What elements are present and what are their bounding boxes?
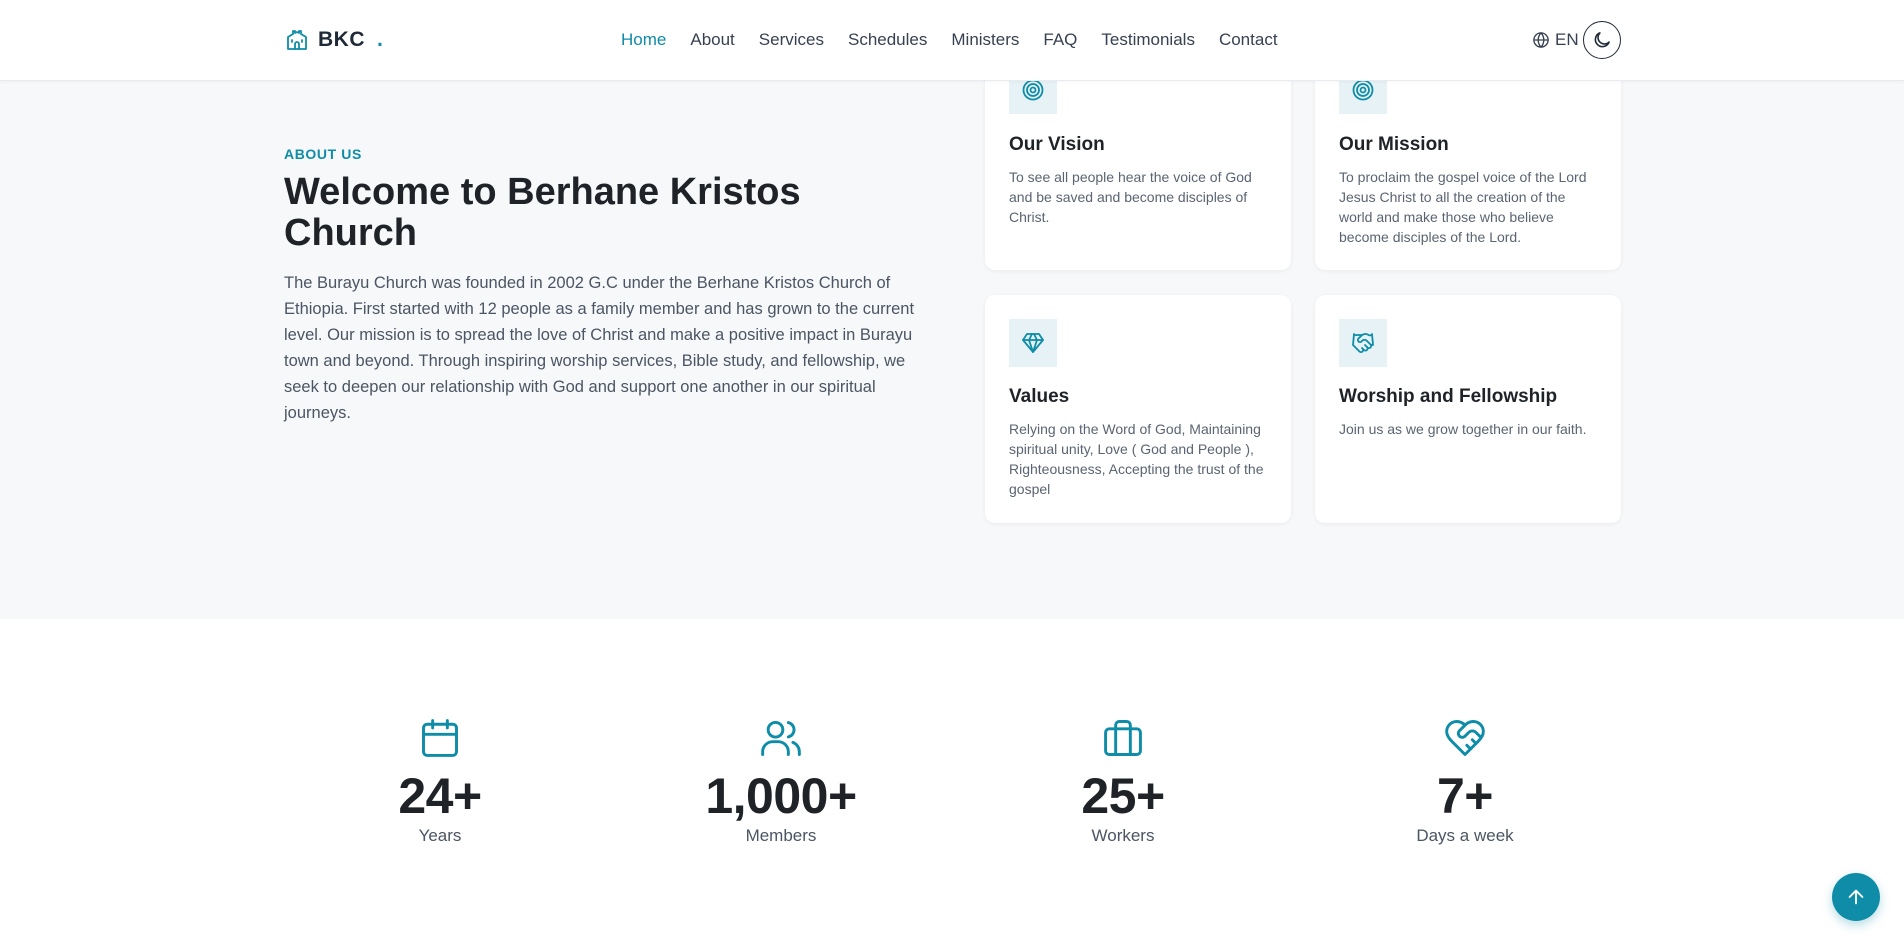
card-text: To see all people hear the voice of God … [1009, 169, 1252, 225]
worship-card: Worship and Fellowship Join us as we gro… [1315, 295, 1621, 523]
card-title: Our Mission [1339, 134, 1449, 155]
values-card: Values Relying on the Word of God, Maint… [985, 295, 1291, 523]
arrow-up-icon [1845, 886, 1867, 908]
vision-card: Our Vision To see all people hear the vo… [985, 50, 1291, 270]
card-text: To proclaim the gospel voice of the Lord… [1339, 169, 1587, 245]
stat-value: 25+ [1081, 768, 1165, 824]
card-title: Worship and Fellowship [1339, 386, 1558, 407]
card-text: Relying on the Word of God, Maintaining … [1009, 421, 1264, 497]
brand-name: BKC [318, 28, 365, 51]
main-nav: Home About Services Schedules Ministers … [621, 27, 1278, 53]
stat-value: 24+ [398, 768, 482, 824]
language-selector[interactable]: EN [1532, 29, 1579, 51]
brand-dot: . [377, 28, 383, 51]
stat-value: 7+ [1436, 768, 1494, 824]
nav-faq[interactable]: FAQ [1043, 30, 1077, 50]
calendar-icon [418, 716, 462, 760]
stat-label: Workers [1091, 826, 1155, 845]
mission-card: Our Mission To proclaim the gospel voice… [1315, 50, 1621, 270]
site-header: BKC . Home About Services Schedules Mini… [0, 0, 1904, 81]
stat-workers: 25+ Workers [1003, 716, 1243, 846]
section-eyebrow: ABOUT US [284, 146, 362, 162]
church-icon [284, 27, 310, 53]
nav-ministers[interactable]: Ministers [951, 30, 1019, 50]
nav-schedules[interactable]: Schedules [848, 30, 927, 50]
stat-label: Days a week [1416, 826, 1514, 845]
card-title: Values [1009, 386, 1070, 407]
nav-about[interactable]: About [690, 30, 734, 50]
back-to-top-button[interactable] [1832, 873, 1880, 921]
card-title: Our Vision [1009, 134, 1105, 155]
stat-days: 7+ Days a week [1345, 716, 1585, 846]
gem-icon [1009, 319, 1057, 367]
logo[interactable]: BKC . [284, 27, 383, 53]
users-icon [759, 716, 803, 760]
about-title: Welcome to Berhane Kristos Church [284, 171, 801, 254]
card-text: Join us as we grow together in our faith… [1339, 421, 1587, 437]
globe-icon [1532, 31, 1550, 49]
nav-services[interactable]: Services [759, 30, 824, 50]
about-description: The Burayu Church was founded in 2002 G.… [284, 274, 915, 422]
stat-label: Years [418, 826, 462, 845]
nav-testimonials[interactable]: Testimonials [1101, 30, 1195, 50]
handshake-icon [1339, 319, 1387, 367]
moon-icon [1592, 30, 1612, 50]
heart-handshake-icon [1443, 716, 1487, 760]
nav-home[interactable]: Home [621, 30, 666, 50]
nav-contact[interactable]: Contact [1219, 30, 1278, 50]
theme-toggle-button[interactable] [1583, 21, 1621, 59]
stat-years: 24+ Years [320, 716, 560, 846]
language-label: EN [1555, 30, 1579, 49]
stat-label: Members [745, 826, 817, 845]
stat-value: 1,000+ [705, 768, 857, 824]
stat-members: 1,000+ Members [661, 716, 901, 846]
briefcase-icon [1101, 716, 1145, 760]
